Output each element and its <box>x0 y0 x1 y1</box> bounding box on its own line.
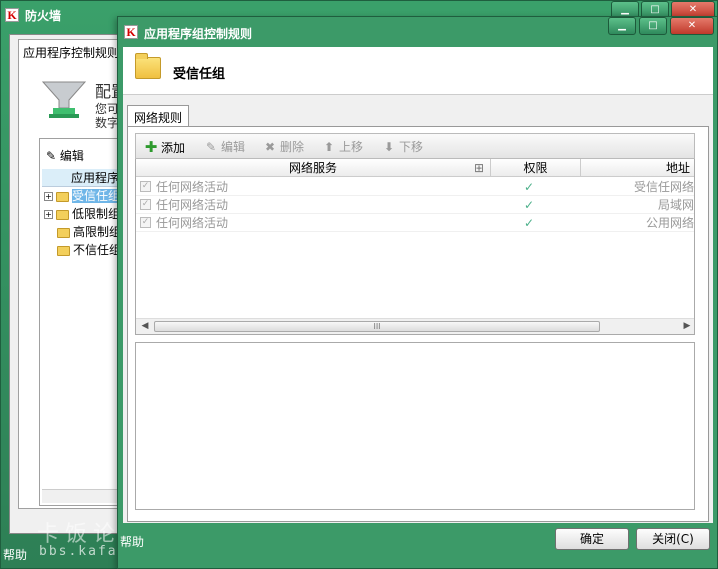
panel-title: 应用程序控制规则 <box>23 46 120 60</box>
tree-item-high-restricted[interactable]: 高限制组 <box>57 223 121 241</box>
cell-service: 任何网络活动 <box>156 216 229 230</box>
tree-item-label: 高限制组 <box>73 225 122 239</box>
dialog-help-link[interactable]: 帮助 <box>120 533 144 550</box>
dialog-footer: 帮助 确定 关闭(C) <box>118 523 718 569</box>
move-down-button[interactable]: ⬇ 下移 <box>382 139 423 155</box>
delete-button[interactable]: ✖ 删除 <box>263 139 304 155</box>
rules-grid[interactable]: 网络服务 ⊞ 权限 地址 ✓ 任何网络活动 ✓ 受信任网络 ✓ 任何网络活动 ✓… <box>135 159 695 335</box>
table-row[interactable]: ✓ 任何网络活动 ✓ 局域网 <box>136 196 694 214</box>
tree-edit-label: 编辑 <box>59 149 84 163</box>
expand-icon[interactable]: + <box>44 210 53 219</box>
delete-x-icon: ✖ <box>264 140 276 154</box>
folder-icon <box>135 53 161 79</box>
tree-item-untrusted[interactable]: 不信任组 <box>57 241 121 259</box>
kaspersky-logo-icon: K <box>5 8 19 22</box>
move-up-label: 上移 <box>339 140 364 154</box>
pencil-icon: ✎ <box>46 149 57 163</box>
edit-label: 编辑 <box>221 140 246 154</box>
tree-item-trusted[interactable]: + 受信任组 <box>44 187 121 205</box>
grid-horizontal-scrollbar[interactable]: ◀ III ▶ <box>136 318 694 334</box>
row-checkbox[interactable]: ✓ <box>140 181 151 192</box>
tree-item-label: 不信任组 <box>73 243 122 257</box>
tree-item-label: 受信任组 <box>72 189 121 203</box>
cell-address: 受信任网络 <box>633 180 694 194</box>
table-row[interactable]: ✓ 任何网络活动 ✓ 公用网络 <box>136 214 694 232</box>
cell-service: 任何网络活动 <box>156 180 229 194</box>
tab-network-rules[interactable]: 网络规则 <box>127 105 190 127</box>
tree-item-low-restricted[interactable]: + 低限制组 <box>44 205 120 223</box>
rule-description-panel <box>135 342 695 510</box>
arrow-up-icon: ⬆ <box>323 140 335 154</box>
row-checkbox[interactable]: ✓ <box>140 199 151 210</box>
kaspersky-logo-icon: K <box>124 25 138 39</box>
move-up-button[interactable]: ⬆ 上移 <box>322 139 363 155</box>
edit-button[interactable]: ✎ 编辑 <box>204 139 245 155</box>
group-name-heading: 受信任组 <box>173 67 226 82</box>
tree-item-label: 低限制组 <box>72 207 121 221</box>
add-button[interactable]: ✚ 添加 <box>144 139 185 155</box>
scroll-thumb[interactable]: III <box>154 321 600 332</box>
close-dialog-button[interactable]: 关闭(C) <box>636 528 710 550</box>
column-expand-icon[interactable]: ⊞ <box>474 159 484 177</box>
cell-address: 局域网 <box>657 198 694 212</box>
dialog-close-button[interactable]: ✕ <box>670 17 714 35</box>
scroll-left-icon[interactable]: ◀ <box>138 321 152 331</box>
scroll-right-icon[interactable]: ▶ <box>680 321 694 331</box>
dialog-header: 受信任组 <box>123 47 713 95</box>
column-header-address[interactable]: 地址 <box>581 159 694 177</box>
expand-icon[interactable]: + <box>44 192 53 201</box>
arrow-down-icon: ⬇ <box>383 140 395 154</box>
funnel-icon <box>41 81 87 118</box>
folder-icon <box>57 227 70 238</box>
tree-edit-button[interactable]: ✎ 编辑 <box>46 147 84 164</box>
allow-check-icon: ✓ <box>524 216 535 230</box>
dialog-client-area: 受信任组 网络规则 ✚ 添加 ✎ 编辑 ✖ 删除 ⬆ 上移 ⬇ 下移 网络服务 … <box>123 47 713 523</box>
firewall-help-link[interactable]: 帮助 <box>3 546 27 563</box>
grid-header: 网络服务 ⊞ 权限 地址 <box>136 159 694 177</box>
row-checkbox[interactable]: ✓ <box>140 217 151 228</box>
allow-check-icon: ✓ <box>524 180 535 194</box>
move-down-label: 下移 <box>399 140 424 154</box>
add-label: 添加 <box>161 141 186 155</box>
firewall-title: 防火墙 <box>25 9 62 23</box>
dialog-title: 应用程序组控制规则 <box>144 27 253 41</box>
folder-icon <box>57 245 70 256</box>
group-rules-dialog: K 应用程序组控制规则 ▁ □ ✕ 受信任组 网络规则 ✚ 添加 ✎ 编辑 ✖ 删除 … <box>117 16 718 569</box>
column-header-permission[interactable]: 权限 <box>491 159 581 177</box>
column-header-service[interactable]: 网络服务 ⊞ <box>136 159 491 177</box>
ok-button[interactable]: 确定 <box>555 528 629 550</box>
pencil-icon: ✎ <box>205 140 217 154</box>
delete-label: 删除 <box>280 140 305 154</box>
cell-service: 任何网络活动 <box>156 198 229 212</box>
rules-toolbar: ✚ 添加 ✎ 编辑 ✖ 删除 ⬆ 上移 ⬇ 下移 <box>135 133 695 159</box>
allow-check-icon: ✓ <box>524 198 535 212</box>
table-row[interactable]: ✓ 任何网络活动 ✓ 受信任网络 <box>136 178 694 196</box>
folder-icon <box>56 209 69 220</box>
folder-icon <box>56 191 69 202</box>
dialog-titlebar: K 应用程序组控制规则 ▁ □ ✕ <box>118 17 717 47</box>
cell-address: 公用网络 <box>645 216 694 230</box>
dialog-minimize-button[interactable]: ▁ <box>608 17 636 35</box>
plus-icon: ✚ <box>144 138 158 156</box>
column-label: 网络服务 <box>288 161 337 175</box>
dialog-maximize-button[interactable]: □ <box>639 17 667 35</box>
